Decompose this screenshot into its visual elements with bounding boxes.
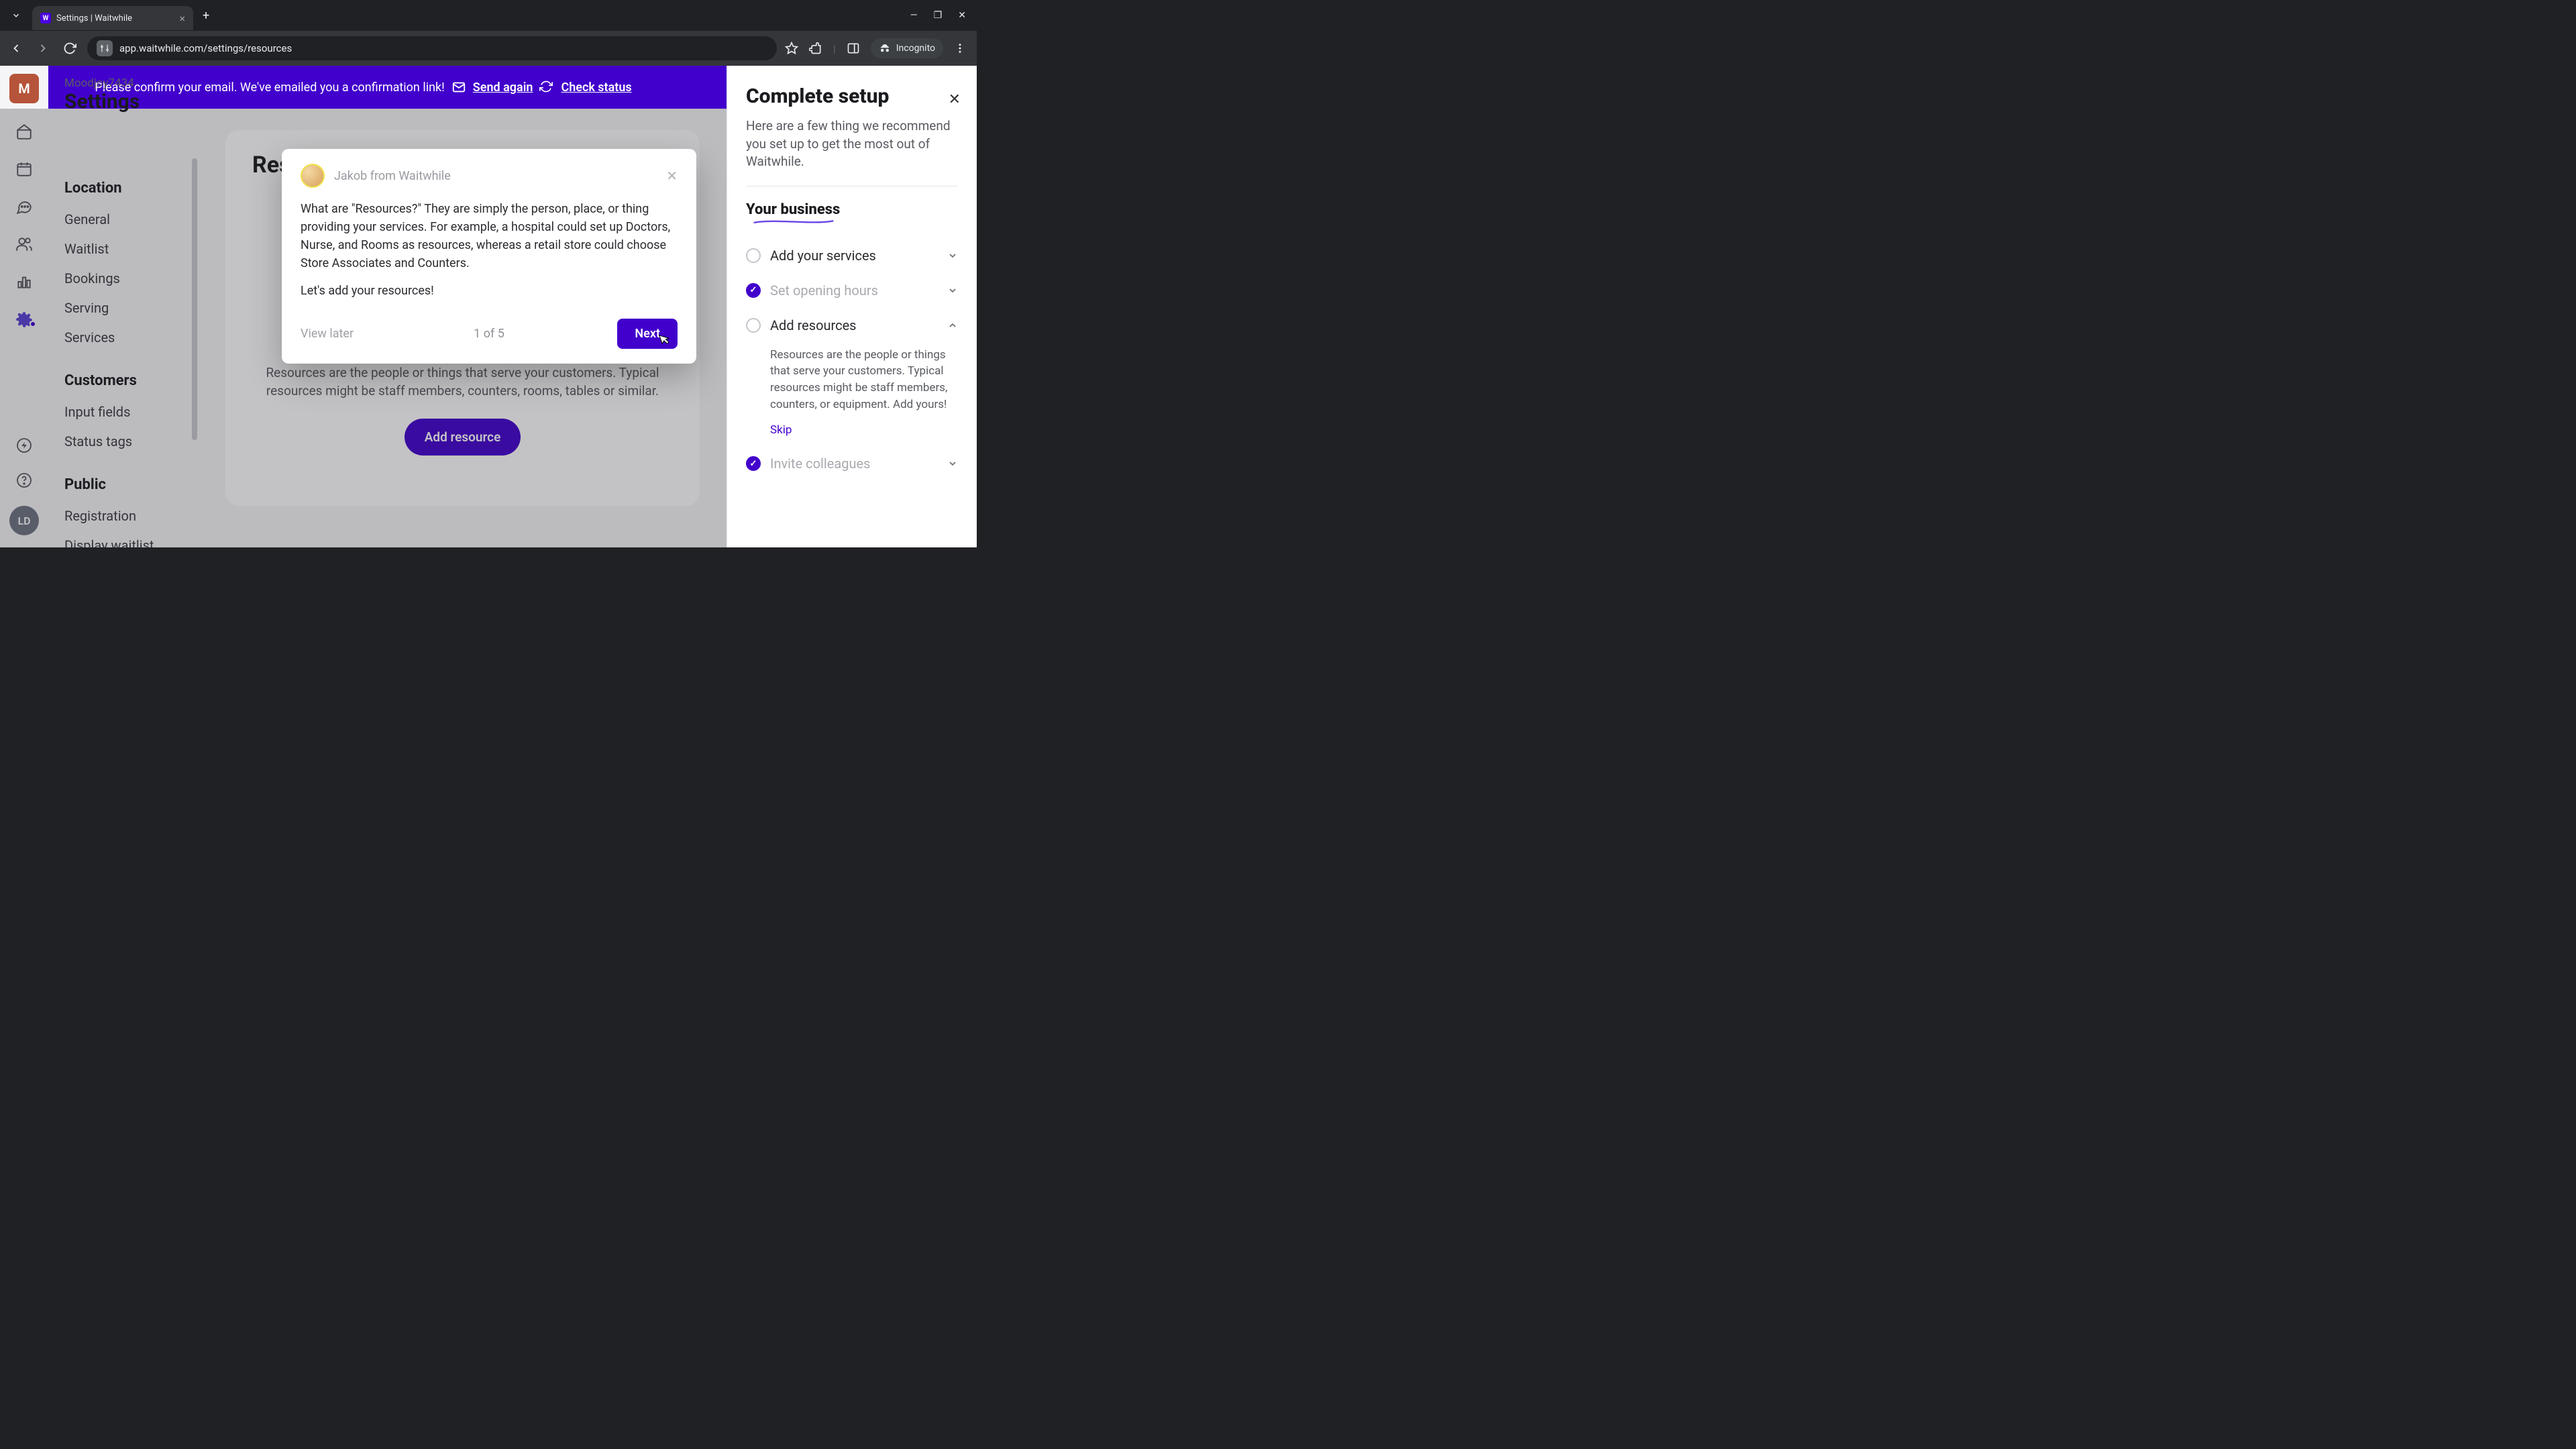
setup-subtitle: Here are a few thing we recommend you se… <box>746 117 958 171</box>
skip-link[interactable]: Skip <box>746 423 792 437</box>
check-status-link[interactable]: Check status <box>561 80 631 95</box>
task-label: Set opening hours <box>770 282 938 299</box>
org-logo[interactable]: M <box>9 74 39 103</box>
setup-section-heading: Your business <box>746 201 840 218</box>
tour-body: What are "Resources?" They are simply th… <box>301 200 678 300</box>
author-avatar <box>301 164 325 188</box>
view-later-link[interactable]: View later <box>301 327 354 341</box>
browser-tab-active[interactable]: W Settings | Waitwhile × <box>32 6 193 30</box>
site-settings-icon[interactable] <box>97 40 113 56</box>
tour-step-indicator: 1 of 5 <box>474 327 504 341</box>
reload-button[interactable] <box>60 39 79 58</box>
next-button[interactable]: Next <box>617 319 678 349</box>
task-set-hours[interactable]: Set opening hours <box>746 273 958 308</box>
mail-icon <box>451 80 466 95</box>
tab-title: Settings | Waitwhile <box>56 13 132 23</box>
chevron-down-icon <box>947 250 958 261</box>
task-add-services[interactable]: Add your services <box>746 238 958 273</box>
incognito-label: Incognito <box>896 43 935 54</box>
popover-close-icon[interactable]: ✕ <box>666 168 678 184</box>
browser-menu-icon[interactable] <box>954 42 966 54</box>
setup-title: Complete setup <box>746 85 958 108</box>
new-tab-button[interactable]: + <box>203 9 209 23</box>
send-again-link[interactable]: Send again <box>473 80 533 95</box>
task-status-circle <box>746 248 761 263</box>
tab-search-dropdown[interactable] <box>5 5 27 26</box>
side-panel-icon[interactable] <box>847 42 860 55</box>
back-button[interactable] <box>7 39 25 58</box>
forward-button[interactable] <box>34 39 52 58</box>
setup-section-label: Your business <box>746 201 840 218</box>
tour-popover: Jakob from Waitwhile ✕ What are "Resourc… <box>282 149 696 364</box>
maximize-icon[interactable]: ❐ <box>934 10 943 21</box>
task-invite-colleagues[interactable]: Invite colleagues <box>746 446 958 481</box>
browser-toolbar: app.waitwhile.com/settings/resources | I… <box>0 31 977 66</box>
tour-author: Jakob from Waitwhile <box>334 169 451 183</box>
extensions-icon[interactable] <box>809 42 822 55</box>
task-add-resources[interactable]: Add resources <box>746 308 958 343</box>
tab-close-icon[interactable]: × <box>179 12 185 25</box>
incognito-badge[interactable]: Incognito <box>871 38 943 58</box>
url-text: app.waitwhile.com/settings/resources <box>119 42 292 54</box>
setup-close-icon[interactable]: ✕ <box>949 91 961 108</box>
underline-decoration-icon <box>743 219 844 225</box>
chevron-down-icon <box>947 285 958 296</box>
chevron-down-icon <box>947 458 958 469</box>
window-controls: — ❐ ✕ <box>910 10 971 21</box>
org-name: Moodjoy7434 <box>64 76 140 90</box>
complete-setup-panel: ✕ Complete setup Here are a few thing we… <box>727 66 977 547</box>
task-label: Add your services <box>770 248 938 264</box>
minimize-icon[interactable]: — <box>910 10 918 21</box>
task-status-circle <box>746 318 761 333</box>
next-button-label: Next <box>635 327 660 341</box>
close-window-icon[interactable]: ✕ <box>958 10 966 21</box>
tab-favicon: W <box>40 13 51 23</box>
address-bar[interactable]: app.waitwhile.com/settings/resources <box>87 36 777 60</box>
task-status-done-icon <box>746 456 761 471</box>
chevron-up-icon <box>947 320 958 331</box>
task-label: Invite colleagues <box>770 455 938 472</box>
task-resources-description: Resources are the people or things that … <box>746 343 958 417</box>
bookmark-icon[interactable] <box>785 42 798 55</box>
tour-paragraph-2: Let's add your resources! <box>301 282 678 300</box>
task-status-done-icon <box>746 283 761 298</box>
task-label: Add resources <box>770 317 938 333</box>
cursor-icon <box>658 331 672 346</box>
refresh-icon <box>539 80 554 95</box>
tour-paragraph-1: What are "Resources?" They are simply th… <box>301 200 678 272</box>
browser-tab-strip: W Settings | Waitwhile × + — ❐ ✕ <box>0 0 977 31</box>
